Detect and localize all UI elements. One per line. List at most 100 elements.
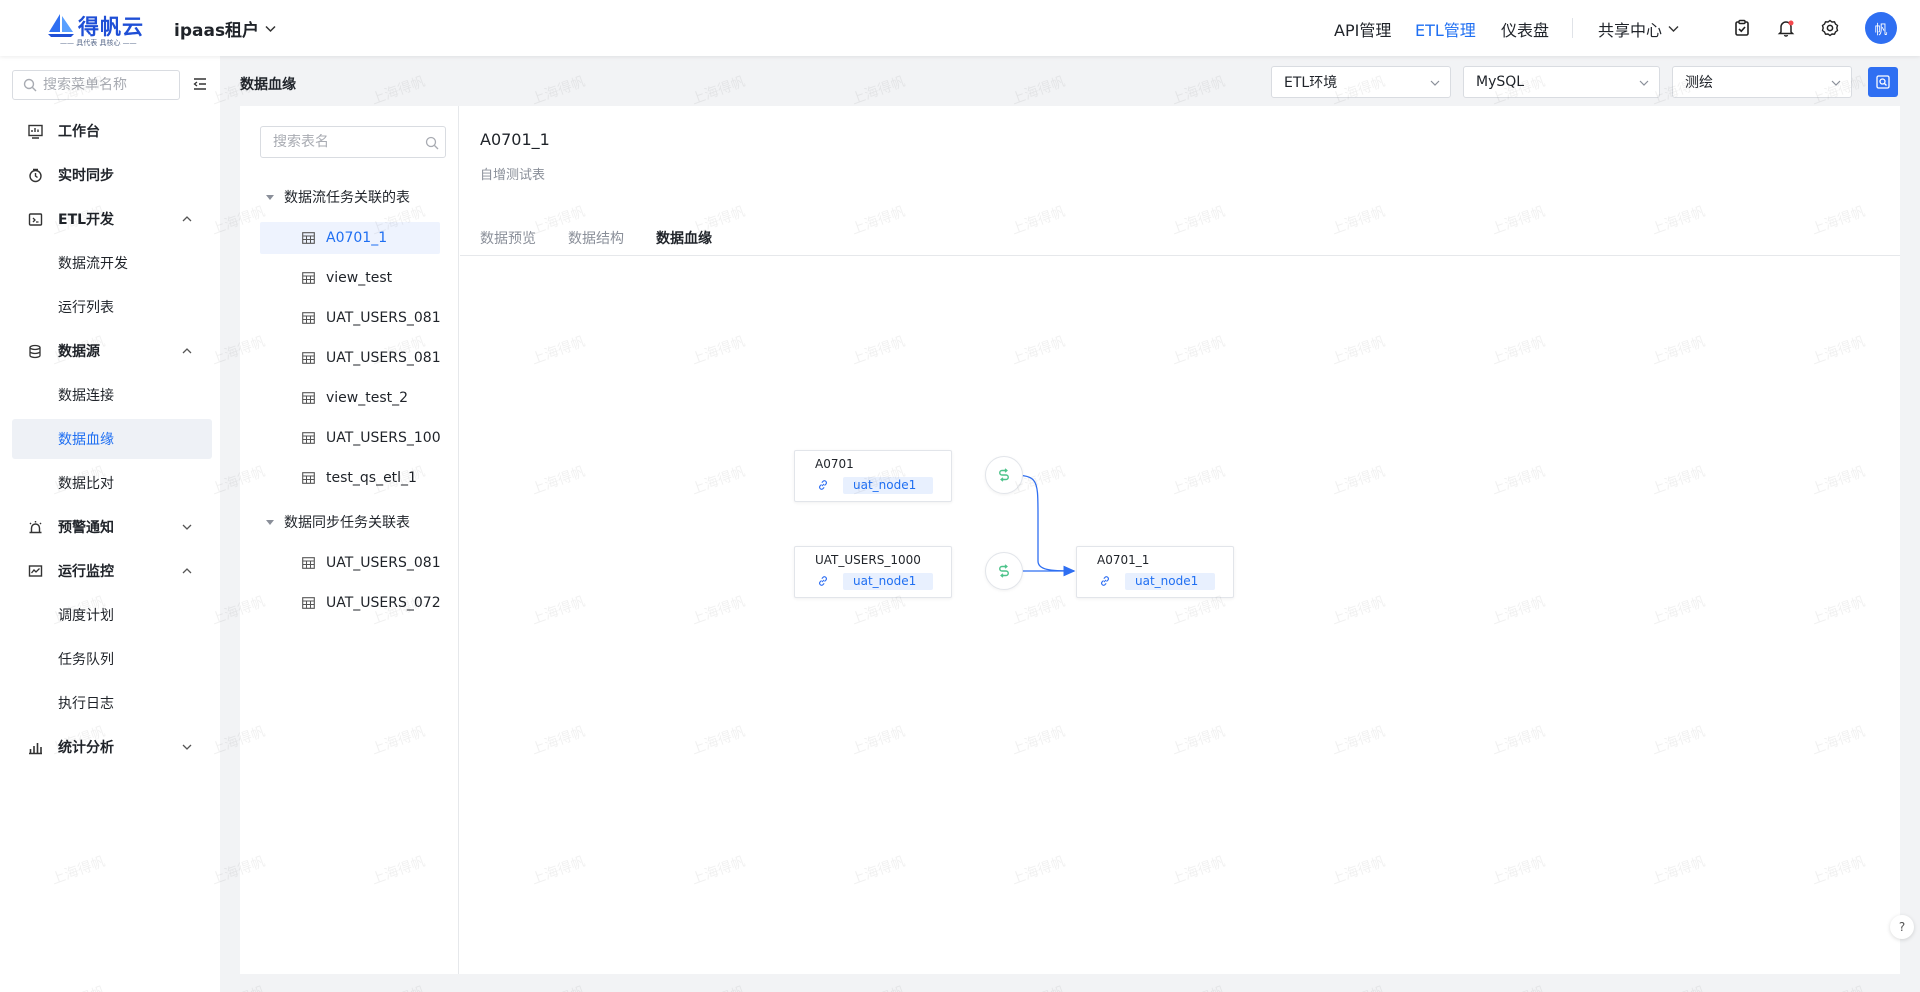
lineage-node-source-1[interactable]: A0701 uat_node1 [794,450,952,502]
sync-connector-2[interactable] [985,552,1023,590]
nav-etl-management[interactable]: ETL管理 [1415,17,1476,41]
sidebar-item-run-monitor[interactable]: 运行监控 [12,551,212,591]
db-type-select[interactable]: MySQL [1463,66,1660,98]
table-grid-icon [302,272,315,284]
link-icon [819,576,827,586]
chevron-down-icon [182,524,192,530]
tab-data-structure[interactable]: 数据结构 [568,228,624,248]
sidebar-item-task-queue[interactable]: 任务队列 [12,639,212,679]
tree-table-item[interactable]: A0701_1 [260,222,440,254]
tree-table-item[interactable]: test_qs_etl_1 [260,462,440,494]
sail-logo-icon [48,14,74,37]
query-button[interactable] [1868,67,1898,97]
tenant-switcher[interactable]: ipaas租户 [174,16,276,41]
sync-s-icon [999,564,1009,578]
tree-table-item[interactable]: UAT_USERS_0811 [260,342,440,374]
sidebar-item-datasource[interactable]: 数据源 [12,331,212,371]
env-select-value: ETL环境 [1284,75,1338,91]
sidebar-item-label: 数据连接 [58,388,114,404]
share-center-label: 共享中心 [1598,21,1663,40]
chevron-down-icon [1831,80,1841,86]
brand-logo[interactable]: 得帆云 —— 具代表 具核心 —— [46,10,146,48]
nav-share-center[interactable]: 共享中心 [1598,17,1679,41]
sidebar-item-dataflow-dev[interactable]: 数据流开发 [12,243,212,283]
brand-name: 得帆云 [78,15,144,39]
bell-icon [1777,20,1795,37]
clock-icon [29,168,42,183]
sidebar-item-label: 数据流开发 [58,256,128,272]
db-type-select-value: MySQL [1476,74,1525,90]
tree-table-item[interactable]: UAT_USERS_1000 [260,422,440,454]
sidebar-item-label: 数据源 [58,344,100,360]
task-clipboard-button[interactable] [1729,15,1755,41]
tree-table-item[interactable]: view_test_2 [260,382,440,414]
watermark-text: 上海得帆 [1008,981,1067,992]
alarm-icon [29,521,42,534]
watermark-text: 上海得帆 [1488,981,1547,992]
chevron-down-icon [1639,80,1649,86]
sidebar-item-data-compare[interactable]: 数据比对 [12,463,212,503]
tree-table-label: view_test_2 [326,390,409,406]
watermark-text: 上海得帆 [688,981,747,992]
sync-connector-1[interactable] [985,456,1023,494]
tree-table-label: view_test [326,270,393,286]
sidebar-item-schedule-plan[interactable]: 调度计划 [12,595,212,635]
settings-button[interactable] [1817,15,1843,41]
lineage-node-target[interactable]: A0701_1 uat_node1 [1076,546,1234,598]
tree-table-label: UAT_USERS_0811 [326,350,440,366]
env-select[interactable]: ETL环境 [1271,66,1451,98]
table-grid-icon [302,472,315,484]
sidebar-item-run-list[interactable]: 运行列表 [12,287,212,327]
notifications-button[interactable] [1773,15,1799,41]
sidebar-item-label: 预警通知 [58,520,114,536]
sidebar-item-data-connection[interactable]: 数据连接 [12,375,212,415]
watermark-text: 上海得帆 [369,73,428,109]
sidebar-item-label: 数据血缘 [58,432,114,448]
caret-down-icon [266,519,274,525]
tree-table-item[interactable]: UAT_USERS_0811 [260,547,440,579]
table-search-box[interactable] [260,126,446,158]
tree-table-item[interactable]: UAT_USERS_0811 [260,302,440,334]
sidebar-item-label: 工作台 [58,124,100,140]
tree-table-label: UAT_USERS_0811 [326,555,440,571]
gear-icon [1821,19,1839,37]
tree-group-sync[interactable]: 数据同步任务关联表 [266,512,410,532]
watermark-text: 上海得帆 [1328,981,1387,992]
nav-dashboard[interactable]: 仪表盘 [1501,17,1549,41]
tab-data-lineage[interactable]: 数据血缘 [656,228,712,248]
lineage-node-source-2[interactable]: UAT_USERS_1000 uat_node1 [794,546,952,598]
collapse-menu-icon[interactable] [192,76,208,92]
tree-table-item[interactable]: UAT_USERS_0727 [260,587,440,619]
sidebar-item-alert-notify[interactable]: 预警通知 [12,507,212,547]
tab-data-preview[interactable]: 数据预览 [480,228,536,248]
sidebar-item-data-lineage[interactable]: 数据血缘 [12,419,212,459]
sidebar-item-exec-log[interactable]: 执行日志 [12,683,212,723]
chevron-down-icon [1668,26,1679,32]
watermark-text: 上海得帆 [528,981,587,992]
sidebar-item-label: 调度计划 [58,608,114,624]
sidebar-item-etl-dev[interactable]: ETL开发 [12,199,212,239]
sidebar-item-realtime-sync[interactable]: 实时同步 [12,155,212,195]
chevron-down-icon [182,744,192,750]
menu-search-input[interactable] [43,77,173,93]
lineage-canvas[interactable]: A0701 uat_node1 UAT_USERS_1000 uat_node1… [460,256,1900,974]
node-title: UAT_USERS_1000 [815,553,921,567]
sidebar-item-workbench[interactable]: 工作台 [12,111,212,151]
tree-table-item[interactable]: view_test [260,262,440,294]
table-search-input[interactable] [273,134,423,150]
watermark-text: 上海得帆 [529,73,588,109]
table-title: A0701_1 [480,130,550,149]
search-icon [425,136,439,150]
menu-search-box[interactable] [12,70,180,100]
tree-group-label: 数据同步任务关联表 [284,515,410,531]
tree-group-dataflow[interactable]: 数据流任务关联的表 [266,187,410,207]
table-grid-icon [302,432,315,444]
watermark-text: 上海得帆 [1168,981,1227,992]
help-button[interactable]: ? [1890,915,1914,939]
sidebar-item-statistics[interactable]: 统计分析 [12,727,212,767]
datasource-select[interactable]: 测绘 [1672,66,1852,98]
lineage-edges [1003,474,1076,577]
user-avatar[interactable]: 帆 [1865,12,1897,44]
nav-api-management[interactable]: API管理 [1334,17,1391,41]
watermark-text: 上海得帆 [1169,73,1228,109]
